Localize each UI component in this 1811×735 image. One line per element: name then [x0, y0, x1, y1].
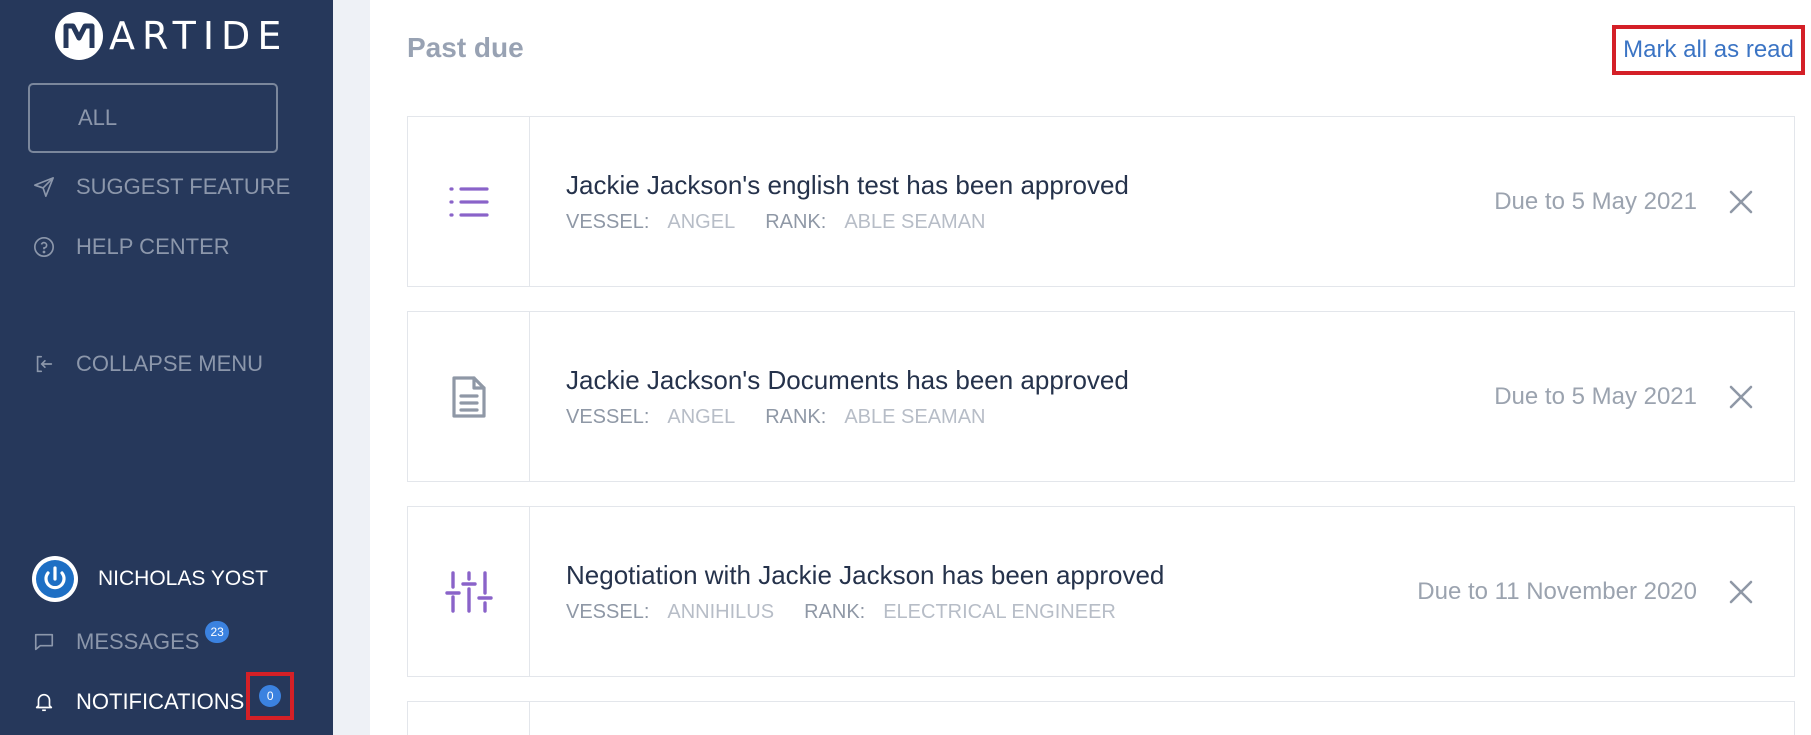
sidebar-item-label: SUGGEST FEATURE	[76, 174, 291, 199]
rank-label: RANK:	[804, 600, 866, 623]
sidebar-item-help-center[interactable]: HELP CENTER	[32, 230, 230, 264]
close-icon[interactable]	[1728, 507, 1754, 676]
messages-count-badge: 23	[205, 621, 229, 643]
notification-card[interactable]: Negotiation with Jackie Jackson has been…	[407, 506, 1795, 677]
vessel-label: VESSEL:	[566, 600, 650, 623]
sidebar-item-suggest-feature[interactable]: SUGGEST FEATURE	[32, 170, 290, 204]
sidebar-item-label: HELP CENTER	[76, 234, 230, 259]
filter-all-button[interactable]: ALL	[28, 83, 278, 153]
question-circle-icon	[32, 235, 56, 259]
notifications-panel: Past due Mark all as read Jackie Jackson…	[370, 0, 1811, 735]
brand-name: ARTIDE	[109, 14, 289, 58]
brand-logo[interactable]: ARTIDE	[55, 10, 288, 62]
sidebar: ARTIDE ALL SUGGEST FEATURE HELP CENTER C…	[0, 0, 333, 735]
vessel-label: VESSEL:	[566, 405, 650, 428]
vessel-label: VESSEL:	[566, 210, 650, 233]
sliders-icon	[408, 507, 530, 676]
logo-mark-icon	[55, 12, 103, 60]
due-date: Due to 11 November 2020	[1417, 577, 1697, 605]
vessel-value: ANGEL	[667, 405, 736, 428]
notification-icon-placeholder	[408, 702, 530, 735]
rank-value: ABLE SEAMAN	[844, 405, 986, 428]
close-icon[interactable]	[1728, 117, 1754, 286]
sidebar-item-label: MESSAGES	[76, 629, 200, 654]
due-date: Due to 5 May 2021	[1494, 187, 1697, 215]
notification-card[interactable]: Jackie Jackson's Documents has been appr…	[407, 311, 1795, 482]
section-title: Past due	[407, 32, 524, 63]
sidebar-item-messages[interactable]: MESSAGES 23	[32, 621, 229, 659]
collapse-icon	[32, 352, 56, 376]
filter-all-label: ALL	[78, 105, 118, 130]
sidebar-item-notifications[interactable]: NOTIFICATIONS 0	[32, 672, 295, 720]
notifications-badge-highlight: 0	[246, 672, 295, 720]
send-icon	[32, 175, 56, 199]
mark-all-read-button[interactable]: Mark all as read	[1612, 25, 1805, 75]
notification-card[interactable]: Jackie Jackson's english test has been a…	[407, 116, 1795, 287]
rank-value: ELECTRICAL ENGINEER	[883, 600, 1116, 623]
close-icon[interactable]	[1728, 312, 1754, 481]
vessel-value: ANGEL	[667, 210, 736, 233]
mark-all-read-label: Mark all as read	[1623, 36, 1794, 63]
due-date: Due to 5 May 2021	[1494, 382, 1697, 410]
rank-label: RANK:	[765, 405, 827, 428]
message-icon	[32, 630, 56, 654]
notification-card[interactable]	[407, 701, 1795, 735]
rank-label: RANK:	[765, 210, 827, 233]
bell-icon	[32, 690, 56, 714]
document-icon	[408, 312, 530, 481]
sidebar-item-label: COLLAPSE MENU	[76, 351, 264, 376]
avatar	[32, 556, 78, 602]
user-profile[interactable]: NICHOLAS YOST	[32, 555, 268, 603]
vessel-value: ANNIHILUS	[667, 600, 775, 623]
user-name: NICHOLAS YOST	[98, 567, 268, 590]
notifications-count-badge: 0	[259, 685, 282, 707]
list-icon	[408, 117, 530, 286]
rank-value: ABLE SEAMAN	[844, 210, 986, 233]
content-gutter	[333, 0, 370, 735]
sidebar-item-label: NOTIFICATIONS	[76, 689, 245, 714]
sidebar-item-collapse-menu[interactable]: COLLAPSE MENU	[32, 347, 263, 381]
